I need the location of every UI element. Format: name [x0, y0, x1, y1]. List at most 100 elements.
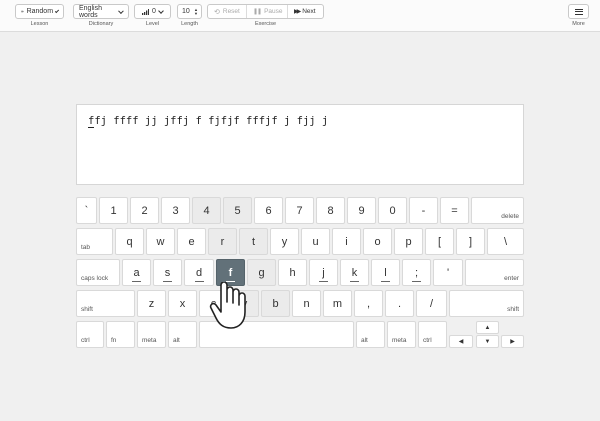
key-label: tab: [81, 244, 91, 251]
key-i[interactable]: i: [332, 228, 361, 255]
key-backslash[interactable]: \: [487, 228, 524, 255]
dictionary-value: English words: [79, 4, 102, 19]
key-label: y: [281, 235, 288, 248]
key-7[interactable]: 7: [285, 197, 314, 224]
key-e[interactable]: e: [177, 228, 206, 255]
exercise-text-area[interactable]: ffj ffff jj jffj f fjfjf fffjf j fjj j: [76, 104, 524, 185]
key-l[interactable]: l: [371, 259, 400, 286]
dictionary-caption: Dictionary: [88, 21, 114, 27]
key-ctrl[interactable]: ctrl: [76, 321, 104, 348]
key-x[interactable]: x: [168, 290, 197, 317]
arrow-right-key[interactable]: ▶: [501, 335, 524, 348]
key-6[interactable]: 6: [254, 197, 283, 224]
key--[interactable]: -: [409, 197, 438, 224]
key-fn[interactable]: fn: [106, 321, 135, 348]
key-label: t: [251, 235, 256, 248]
key-9[interactable]: 9: [347, 197, 376, 224]
exercise-text: ffj ffff jj jffj f fjfjf fffjf j fjj j: [88, 115, 328, 128]
key-y[interactable]: y: [270, 228, 299, 255]
chevron-down-icon: [158, 7, 164, 14]
next-button[interactable]: ▶▶ Next: [288, 5, 323, 18]
key-label: 5: [234, 204, 241, 217]
key-label: caps lock: [81, 275, 109, 282]
key-][interactable]: ]: [456, 228, 485, 255]
key-label: 6: [265, 204, 272, 217]
key-a[interactable]: a: [122, 259, 151, 286]
key-alt[interactable]: alt: [168, 321, 197, 348]
key-,[interactable]: ,: [354, 290, 383, 317]
key-label: [: [437, 235, 442, 248]
key-2[interactable]: 2: [130, 197, 159, 224]
key-[[interactable]: [: [425, 228, 454, 255]
pause-button[interactable]: ❚❚ Pause: [247, 5, 288, 18]
key-u[interactable]: u: [301, 228, 330, 255]
key-1[interactable]: 1: [99, 197, 128, 224]
key-label: u: [312, 235, 319, 248]
key-caps-lock[interactable]: caps lock: [76, 259, 120, 286]
key-meta[interactable]: meta: [387, 321, 416, 348]
key-label: ,: [366, 297, 371, 310]
key-label: b: [272, 297, 279, 310]
key-w[interactable]: w: [146, 228, 175, 255]
key-t[interactable]: t: [239, 228, 268, 255]
home-row-marker: [132, 281, 141, 282]
reset-button[interactable]: ⟲ Reset: [208, 5, 247, 18]
key-0[interactable]: 0: [378, 197, 407, 224]
key-.[interactable]: .: [385, 290, 414, 317]
lesson-group: Random Lesson: [15, 4, 64, 27]
key-z[interactable]: z: [137, 290, 166, 317]
key-3[interactable]: 3: [161, 197, 190, 224]
arrow-down-key[interactable]: ▼: [476, 335, 499, 348]
key-label: w: [156, 235, 165, 248]
key-4[interactable]: 4: [192, 197, 221, 224]
lesson-select[interactable]: Random: [15, 4, 64, 19]
arrow-left-key[interactable]: ◀: [449, 335, 473, 348]
key-8[interactable]: 8: [316, 197, 345, 224]
key-shift[interactable]: shift: [76, 290, 135, 317]
key-j[interactable]: j: [309, 259, 338, 286]
key-delete[interactable]: delete: [471, 197, 524, 224]
more-button[interactable]: [568, 4, 589, 19]
arrow-up-key[interactable]: ▲: [476, 321, 499, 334]
key-b[interactable]: b: [261, 290, 290, 317]
key-enter[interactable]: enter: [465, 259, 524, 286]
key-m[interactable]: m: [323, 290, 352, 317]
key-n[interactable]: n: [292, 290, 321, 317]
key-meta[interactable]: meta: [137, 321, 166, 348]
key-q[interactable]: q: [115, 228, 144, 255]
key-/[interactable]: /: [416, 290, 447, 317]
chevron-down-icon: [118, 7, 124, 14]
key-shift[interactable]: shift: [449, 290, 524, 317]
level-select[interactable]: 0: [134, 4, 171, 19]
key-alt[interactable]: alt: [356, 321, 385, 348]
home-row-marker: [163, 281, 172, 282]
key-label: enter: [504, 275, 519, 282]
length-stepper[interactable]: 10 ▲ ▼: [177, 4, 202, 19]
key-label: \: [503, 235, 508, 248]
key-label: g: [258, 266, 265, 279]
stepper-arrows-icon[interactable]: ▲ ▼: [194, 7, 198, 16]
lesson-value: Random: [26, 8, 54, 15]
level-group: 0 Level: [134, 4, 171, 27]
key-o[interactable]: o: [363, 228, 392, 255]
key-`[interactable]: `: [76, 197, 97, 224]
key-label: n: [303, 297, 310, 310]
key-tab[interactable]: tab: [76, 228, 113, 255]
reset-icon: ⟲: [214, 8, 220, 16]
dictionary-select[interactable]: English words: [73, 4, 129, 19]
key-'[interactable]: ': [433, 259, 463, 286]
key-5[interactable]: 5: [223, 197, 252, 224]
key-k[interactable]: k: [340, 259, 369, 286]
key-;[interactable]: ;: [402, 259, 431, 286]
key-ctrl[interactable]: ctrl: [418, 321, 447, 348]
home-row-marker: [381, 281, 390, 282]
key-p[interactable]: p: [394, 228, 423, 255]
key-label: alt: [361, 337, 368, 344]
home-row-marker: [350, 281, 359, 282]
toolbar: Random Lesson English words Dictionary 0…: [0, 0, 600, 32]
key-=[interactable]: =: [440, 197, 469, 224]
key-label: alt: [173, 337, 180, 344]
key-h[interactable]: h: [278, 259, 307, 286]
key-r[interactable]: r: [208, 228, 237, 255]
key-s[interactable]: s: [153, 259, 182, 286]
